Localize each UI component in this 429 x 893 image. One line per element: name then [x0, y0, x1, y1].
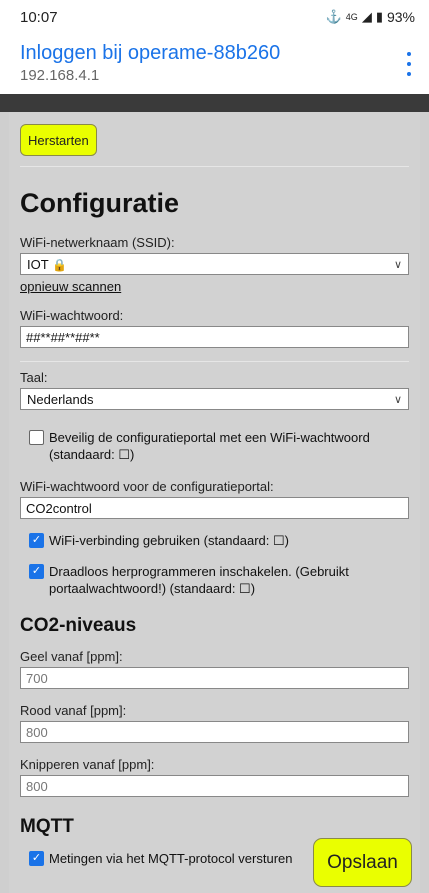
blink-threshold-label: Knipperen vanaf [ppm]: — [20, 757, 155, 772]
language-select[interactable]: Nederlands ∨ — [20, 388, 409, 410]
overflow-menu-icon[interactable] — [403, 52, 415, 76]
use-wifi-checkbox[interactable]: ✓ — [29, 533, 44, 548]
language-label: Taal: — [20, 370, 48, 385]
network-type: 4G — [345, 11, 358, 22]
ssid-select[interactable]: IOT 🔒 ∨ — [20, 253, 409, 275]
restart-button[interactable]: Herstarten — [20, 124, 97, 156]
divider — [20, 166, 409, 167]
page-address: 192.168.4.1 — [20, 67, 100, 84]
ota-label: Draadloos herprogrammeren inschakelen. (… — [49, 564, 349, 596]
ssid-label: WiFi-netwerknaam (SSID): — [20, 235, 175, 250]
use-wifi-option: ✓ WiFi-verbinding gebruiken (standaard: … — [29, 532, 409, 549]
wifi-password-input[interactable]: ##**##**##** — [20, 326, 409, 348]
save-button[interactable]: Opslaan — [313, 838, 412, 887]
page-title: Inloggen bij operame-88b260 — [20, 42, 281, 64]
config-heading: Configuratie — [20, 188, 179, 218]
ota-option: ✓ Draadloos herprogrammeren inschakelen.… — [29, 563, 409, 597]
chevron-down-icon: ∨ — [393, 393, 402, 406]
use-wifi-label: WiFi-verbinding gebruiken (standaard: ☐) — [49, 533, 289, 548]
yellow-threshold-input[interactable]: 700 — [20, 667, 409, 689]
protect-portal-checkbox[interactable] — [29, 430, 44, 445]
mqtt-publish-checkbox[interactable]: ✓ — [29, 851, 44, 866]
signal-icon: ◢ — [361, 9, 372, 24]
rescan-link[interactable]: opnieuw scannen — [20, 279, 121, 294]
battery-icon: ▮ — [375, 9, 383, 24]
divider — [20, 361, 409, 362]
status-time: 10:07 — [20, 8, 58, 26]
protect-portal-option: Beveilig de configuratieportal met een W… — [29, 429, 409, 463]
red-threshold-input[interactable]: 800 — [20, 721, 409, 743]
mqtt-publish-label: Metingen via het MQTT-protocol versturen — [49, 851, 293, 866]
status-icons: ⚓ 4G ◢ ▮ 93% — [326, 9, 415, 25]
wifi-password-label: WiFi-wachtwoord: — [20, 308, 124, 323]
ota-checkbox[interactable]: ✓ — [29, 564, 44, 579]
co2-heading: CO2-niveaus — [20, 615, 137, 636]
yellow-threshold-label: Geel vanaf [ppm]: — [20, 649, 123, 664]
wifi-call-icon: ⚓ — [325, 9, 342, 24]
red-threshold-label: Rood vanaf [ppm]: — [20, 703, 127, 718]
protect-portal-label: Beveilig de configuratieportal met een W… — [49, 430, 370, 462]
blink-threshold-input[interactable]: 800 — [20, 775, 409, 797]
config-form: Herstarten Configuratie WiFi-netwerknaam… — [9, 112, 420, 893]
mqtt-heading: MQTT — [20, 816, 74, 837]
chevron-down-icon: ∨ — [393, 258, 402, 271]
lock-icon: 🔒 — [52, 257, 68, 272]
battery-level: 93% — [386, 9, 415, 25]
status-bar: 10:07 ⚓ 4G ◢ ▮ 93% — [0, 0, 429, 34]
portal-password-input[interactable]: CO2control — [20, 497, 409, 519]
page-top-band — [0, 94, 429, 112]
portal-password-label: WiFi-wachtwoord voor de configuratieport… — [20, 479, 274, 494]
language-value: Nederlands — [27, 391, 94, 407]
ssid-value: IOT — [27, 256, 49, 272]
captive-portal-header: Inloggen bij operame-88b260 192.168.4.1 — [0, 34, 429, 94]
